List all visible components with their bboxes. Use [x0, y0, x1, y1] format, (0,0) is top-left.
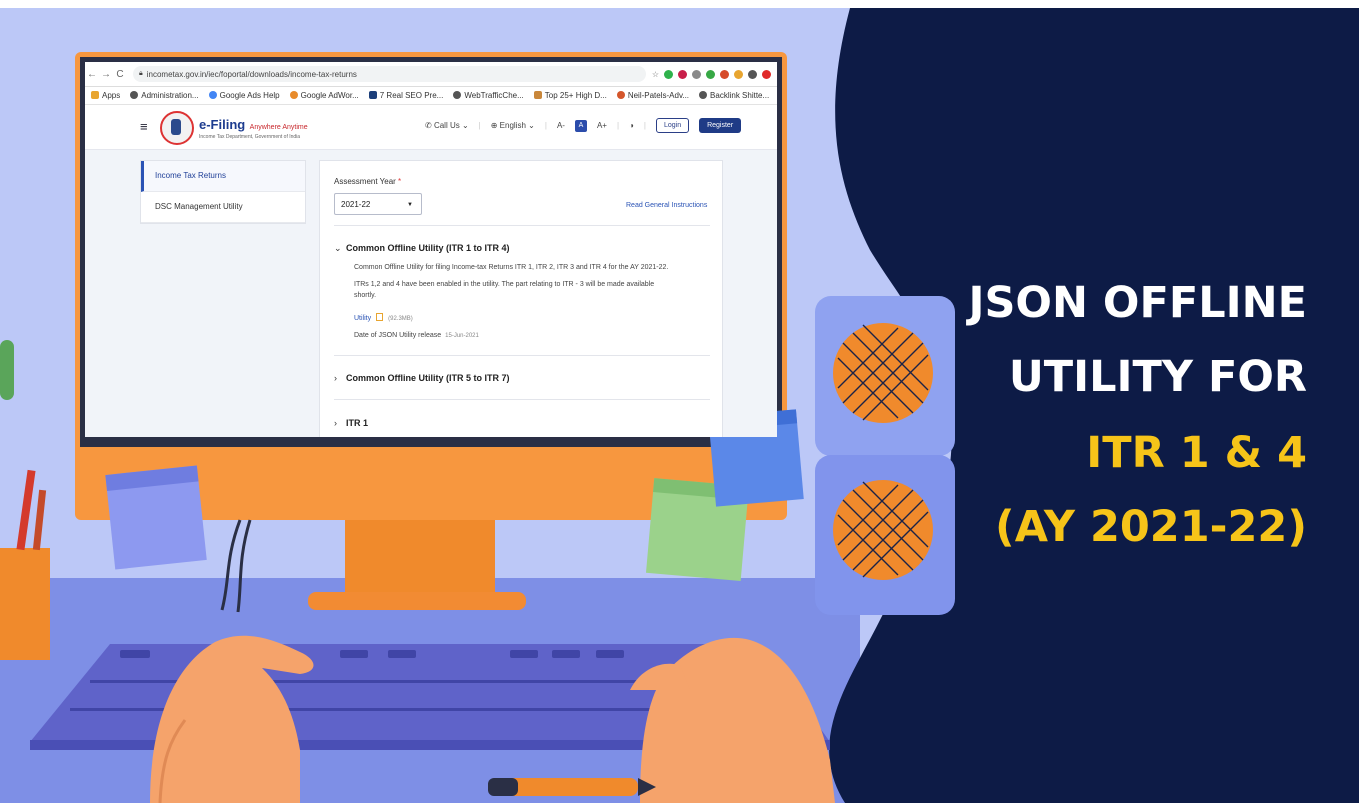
globe-icon [130, 91, 139, 99]
logo-text: e-Filing Anywhere Anytime Income Tax Dep… [199, 116, 308, 140]
release-date: Date of JSON Utility release 15-Jun-2021 [354, 332, 479, 339]
chevron-down-icon: ⌄ [334, 243, 342, 253]
apps-icon [91, 91, 99, 99]
globe-icon [453, 91, 462, 99]
bookmark-item[interactable]: Google Ads Help [208, 91, 280, 100]
separator: | [616, 121, 620, 130]
address-bar-url: incometax.gov.in/iec/foportal/downloads/… [146, 69, 357, 79]
assessment-year-label: Assessment Year * [334, 177, 402, 186]
extensions: ☆ [652, 69, 777, 79]
font-normal-button[interactable]: A [574, 119, 587, 132]
caret-down-icon: ▼ [407, 202, 413, 208]
browser-toolbar: ← → C 🔒︎ incometax.gov.in/iec/foportal/d… [85, 62, 777, 87]
bookmarks-bar: Apps Administration... Google Ads Help G… [85, 87, 777, 105]
separator: | [544, 121, 547, 130]
efiling-logo[interactable]: e-Filing Anywhere Anytime Income Tax Dep… [160, 111, 308, 145]
plant-leaf [0, 340, 14, 400]
banner: ← → C 🔒︎ incometax.gov.in/iec/foportal/d… [0, 0, 1359, 803]
headline-line-4: (AY 2021-22) [995, 502, 1307, 552]
bookmark-icon [616, 91, 625, 99]
bookmark-item[interactable]: Top 25+ High D... [533, 91, 607, 100]
assessment-year-select[interactable]: 2021-22 ▼ [334, 193, 422, 215]
accordion-itr5-to-itr7[interactable]: › Common Offline Utility (ITR 5 to ITR 7) [334, 373, 510, 383]
headline-line-3: ITR 1 & 4 [1086, 428, 1307, 478]
file-icon [376, 313, 384, 321]
bookmark-icon [368, 91, 377, 99]
language-select[interactable]: ⊕ English ⌄ [491, 121, 535, 130]
chevron-right-icon: › [334, 373, 337, 383]
accordion-itr1-to-itr4[interactable]: ⌄ Common Offline Utility (ITR 1 to ITR 4) [334, 243, 510, 254]
lock-icon: 🔒︎ [139, 70, 143, 77]
login-button[interactable]: Login [655, 118, 690, 133]
extension-icon[interactable] [664, 69, 673, 79]
top-band [0, 0, 1359, 8]
chevron-right-icon: › [334, 418, 337, 428]
section-note: ITRs 1,2 and 4 have been enabled in the … [354, 281, 655, 299]
bookmark-item[interactable]: Backlink Shitte... [699, 91, 769, 100]
speaker-top-circle [833, 323, 933, 423]
read-general-instructions-link[interactable]: Read General Instructions [626, 202, 707, 209]
address-bar[interactable]: 🔒︎ incometax.gov.in/iec/foportal/downloa… [133, 66, 646, 82]
extension-icon[interactable] [720, 69, 729, 79]
logo-subtitle: Income Tax Department, Government of Ind… [199, 134, 301, 140]
phone-icon: ✆ [425, 121, 432, 130]
bookmark-icon [533, 91, 542, 99]
pencil-holder [0, 548, 50, 660]
sidebar-item-income-tax-returns[interactable]: Income Tax Returns [141, 161, 305, 192]
extension-icon[interactable] [734, 69, 743, 79]
forward-icon[interactable]: → [99, 69, 113, 80]
bookmark-icon [289, 91, 298, 99]
separator: | [478, 121, 481, 130]
utility-size: (92.3MB) [388, 316, 413, 322]
register-button[interactable]: Register [699, 118, 742, 133]
bookmark-item[interactable]: 7 Real SEO Pre... [368, 91, 443, 100]
separator: | [643, 121, 646, 130]
downloads-content: Assessment Year * 2021-22 ▼ Read General… [319, 160, 723, 437]
required-mark: * [398, 177, 402, 186]
extension-icon[interactable] [678, 69, 687, 79]
logo-tagline: Anywhere Anytime [249, 124, 308, 131]
contrast-icon[interactable]: ◑ [629, 121, 634, 130]
extension-icon[interactable] [762, 69, 771, 79]
bookmark-item[interactable]: Neil-Patels-Adv... [616, 91, 689, 100]
globe-icon: ⊕ [490, 121, 498, 130]
monitor-screen: ← → C 🔒︎ incometax.gov.in/iec/foportal/d… [85, 62, 777, 437]
bookmark-item[interactable]: Google AdWor... [289, 91, 359, 100]
extension-icon[interactable] [748, 69, 757, 79]
bookmark-item[interactable]: Apps [91, 91, 120, 100]
header-actions: ✆ Call Us ⌄ | ⊕ English ⌄ | A- A A+ | ◑ … [425, 118, 742, 133]
divider [334, 225, 710, 226]
reload-icon[interactable]: C [113, 69, 127, 80]
font-increase-button[interactable]: A+ [597, 121, 607, 130]
emblem-icon [160, 111, 194, 145]
extension-icon[interactable] [706, 69, 715, 79]
accordion-itr1[interactable]: › ITR 1 [334, 418, 368, 428]
downloads-sidebar: Income Tax Returns DSC Management Utilit… [140, 160, 306, 224]
assessment-year-value: 2021-22 [341, 200, 371, 209]
release-date-value: 15-Jun-2021 [445, 333, 479, 339]
call-us-button[interactable]: ✆ Call Us ⌄ [425, 121, 469, 130]
pen-cap [488, 778, 518, 796]
divider [334, 399, 710, 400]
monitor-base [308, 592, 526, 610]
site-header: ≡ e-Filing Anywhere Anytime Income Tax D… [85, 105, 777, 150]
speaker-bottom-circle [833, 480, 933, 580]
menu-icon[interactable]: ≡ [140, 119, 148, 134]
divider [334, 355, 710, 356]
logo-title: e-Filing [199, 117, 246, 132]
section-description: Common Offline Utility for filing Income… [354, 264, 669, 271]
bookmark-item[interactable]: WebTrafficChe... [453, 91, 524, 100]
headline-line-1: JSON OFFLINE [968, 278, 1307, 328]
sidebar-item-dsc-management-utility[interactable]: DSC Management Utility [141, 192, 305, 223]
font-decrease-button[interactable]: A- [557, 121, 565, 130]
star-icon[interactable]: ☆ [652, 70, 659, 79]
back-icon[interactable]: ← [85, 69, 99, 80]
globe-icon [699, 91, 708, 99]
utility-download-link[interactable]: Utility (92.3MB) [354, 313, 413, 322]
headline-line-2: UTILITY FOR [1008, 352, 1307, 402]
google-icon [208, 91, 217, 99]
monitor-stand [345, 520, 495, 595]
extension-icon[interactable] [692, 69, 701, 79]
bookmark-item[interactable]: Administration... [130, 91, 199, 100]
